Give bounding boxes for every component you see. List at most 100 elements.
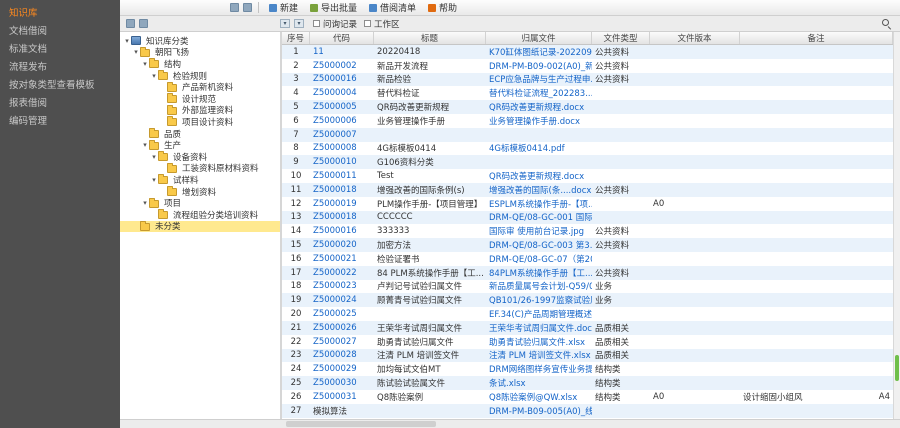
sidebar-item-6[interactable]: 报表借阅 [0,95,120,113]
code-link[interactable]: Z5000011 [313,171,357,181]
tree-item-8[interactable]: 项目设计资料 [120,116,280,128]
file-link[interactable]: DRM-QE/08-GC-001 国际标... [489,213,592,223]
code-link[interactable]: Z5000025 [313,309,357,319]
tree-item-12[interactable]: 工装资料原材料资料 [120,163,280,175]
file-link[interactable]: 注清 PLM 培训签文件.xlsx [489,351,591,361]
table-row[interactable]: 18Z5000023卢判记号试验归属文件新品质量属号会计划-Q59/07...业… [282,280,893,294]
file-link[interactable]: ECP应急品牌与生产过程申... [489,75,592,85]
page-copy-icon[interactable] [139,19,148,28]
table-row[interactable]: 5Z5000005QR码改善更新规程QR码改善更新规程.docx [282,100,893,114]
code-link[interactable]: Z5000005 [313,102,357,112]
code-link[interactable]: Z5000019 [313,199,357,209]
table-row[interactable]: 15Z5000020加密方法DRM-QE/08-GC-003 第3...公共资料 [282,238,893,252]
tree-item-2[interactable]: ▾朝阳飞扬 [120,47,280,59]
code-link[interactable]: Z5000006 [313,116,357,126]
column-header-6[interactable]: 文件版本 [650,32,740,44]
help-button[interactable]: 帮助 [422,1,463,15]
table-row[interactable]: 6Z5000006业务管理操作手册业务管理操作手册.docx [282,114,893,128]
table-row[interactable]: 20Z5000025EF.34(C)产品周期管理概述和... [282,307,893,321]
sidebar-item-1[interactable]: 知识库 [0,5,120,23]
tree-item-15[interactable]: ▾项目 [120,197,280,209]
collapse-arrow-icon[interactable]: ▾ [141,141,149,149]
table-row[interactable]: 2Z5000002新品开发流程DRM-PM-B09-002(A0)_新...公共… [282,59,893,73]
tree-item-16[interactable]: 流程组验分类培训资料 [120,209,280,221]
tree-item-1[interactable]: ▾知识库分类 [120,35,280,47]
file-link[interactable]: DRM-QE/08-GC-003 第3... [489,241,592,251]
code-link[interactable]: Z5000022 [313,268,357,278]
file-link[interactable]: 84PLM系统操作手册【工... [489,269,592,279]
file-link[interactable]: EF.34(C)产品周期管理概述和... [489,310,592,320]
tree-item-6[interactable]: 设计规范 [120,93,280,105]
collapse-arrow-icon[interactable]: ▾ [123,37,131,45]
file-link[interactable]: 增强改善的国际(条....docx [489,186,591,196]
table-row[interactable]: 8Z50000084G标模板04144G标模板0414.pdf [282,142,893,156]
tree-item-17[interactable]: 未分类 [120,221,280,233]
column-dropdown-icon[interactable]: ▾ [294,19,304,28]
code-link[interactable]: Z5000018 [313,212,357,222]
table-row[interactable]: 26Z5000031Q8陈验案例Q8陈验案例@QW.xlsx结构类A0设计缩固小… [282,390,893,404]
collapse-arrow-icon[interactable]: ▾ [150,153,158,161]
file-link[interactable]: 助勇青试验归属文件.xlsx [489,338,585,348]
code-link[interactable]: 11 [313,47,324,57]
tree-item-7[interactable]: 外部监理资料 [120,105,280,117]
horizontal-scrollbar-thumb[interactable] [286,421,436,427]
code-link[interactable]: Z5000030 [313,378,357,388]
table-row[interactable]: 11Z5000018增强改善的国际条例(s)增强改善的国际(条....docx公… [282,183,893,197]
table-row[interactable]: 27模拟算法DRM-PM-B09-005(A0)_线... [282,404,893,418]
code-link[interactable]: Z5000027 [313,337,357,347]
collapse-arrow-icon[interactable]: ▾ [150,72,158,80]
file-link[interactable]: 国际审 使用前台记录.jpg [489,227,584,237]
file-link[interactable]: DRM网络图样务宣传业务提... [489,365,592,375]
table-row[interactable]: 23Z5000028注清 PLM 培训签文件注清 PLM 培训签文件.xlsx品… [282,349,893,363]
file-link[interactable]: DRM-PM-B09-002(A0)_新... [489,62,592,72]
code-link[interactable]: Z5000008 [313,143,357,153]
file-link[interactable]: K70缸体图纸记录-20220921... [489,48,592,58]
code-link[interactable]: Z5000016 [313,226,357,236]
page-icon[interactable] [126,19,135,28]
code-link[interactable]: Z5000021 [313,254,357,264]
column-header-4[interactable]: 归属文件 [486,32,592,44]
table-row[interactable]: 9Z5000010G106资料分类 [282,155,893,169]
collapse-arrow-icon[interactable]: ▾ [150,176,158,184]
tree-item-11[interactable]: ▾设备资料 [120,151,280,163]
code-link[interactable]: Z5000024 [313,295,357,305]
collapse-arrow-icon[interactable]: ▾ [141,199,149,207]
tree-item-14[interactable]: 增划资料 [120,186,280,198]
table-row[interactable]: 12Z5000019PLM操作手册-【项目管理】ESPLM系统操作手册-【项..… [282,197,893,211]
column-header-1[interactable]: 序号 [282,32,310,44]
table-row[interactable]: 19Z5000024顾菁青号试验归属文件QB101/26-1997监察试验属..… [282,293,893,307]
column-header-2[interactable]: 代码 [310,32,374,44]
table-row[interactable]: 14Z5000016333333国际审 使用前台记录.jpg公共资料 [282,224,893,238]
sidebar-item-3[interactable]: 标准文档 [0,41,120,59]
collapse-arrow-icon[interactable]: ▾ [141,60,149,68]
code-link[interactable]: Z5000016 [313,74,357,84]
table-row[interactable]: 16Z5000021检验证署书DRM-QE/08-GC-07（第200... [282,252,893,266]
file-link[interactable]: DRM-QE/08-GC-07（第200... [489,255,592,265]
collapse-arrow-icon[interactable]: ▾ [132,48,140,56]
vertical-scrollbar[interactable] [893,32,900,419]
search-icon[interactable] [881,18,892,29]
table-row[interactable]: 22Z5000027助勇青试验归属文件助勇青试验归属文件.xlsx品质相关 [282,335,893,349]
table-row[interactable]: 3Z5000016新品检验ECP应急品牌与生产过程申...公共资料 [282,73,893,87]
code-link[interactable]: Z5000023 [313,281,357,291]
table-row[interactable]: 13Z5000018CCCCCCDRM-QE/08-GC-001 国际标... [282,211,893,225]
file-link[interactable]: QB101/26-1997监察试验属... [489,296,592,306]
sidebar-item-2[interactable]: 文档借阅 [0,23,120,41]
list-view-icon[interactable] [243,3,252,12]
table-row[interactable]: 21Z5000026王荣华考试周归属文件王荣华考试周归属文件.docx品质相关 [282,321,893,335]
file-link[interactable]: ESPLM系统操作手册-【项... [489,200,592,210]
tree-item-10[interactable]: ▾生产 [120,139,280,151]
file-link[interactable]: 4G标模板0414.pdf [489,144,565,154]
file-link[interactable]: DRM-PM-B09-005(A0)_线... [489,407,592,417]
code-link[interactable]: Z5000004 [313,88,357,98]
vertical-scrollbar-thumb[interactable] [895,355,899,381]
tree-item-4[interactable]: ▾检验规则 [120,70,280,82]
column-header-7[interactable]: 备注 [740,32,893,44]
borrow-list-button[interactable]: 借阅清单 [363,1,422,15]
table-row[interactable]: 10Z5000011TestQR码改善更新规程.docx [282,169,893,183]
table-row[interactable]: 25Z5000030陈试验试验属文件条试.xlsx结构类 [282,376,893,390]
table-row[interactable]: 7Z5000007 [282,128,893,142]
code-link[interactable]: Z5000007 [313,130,357,140]
code-link[interactable]: Z5000002 [313,61,357,71]
file-link[interactable]: Q8陈验案例@QW.xlsx [489,393,577,403]
